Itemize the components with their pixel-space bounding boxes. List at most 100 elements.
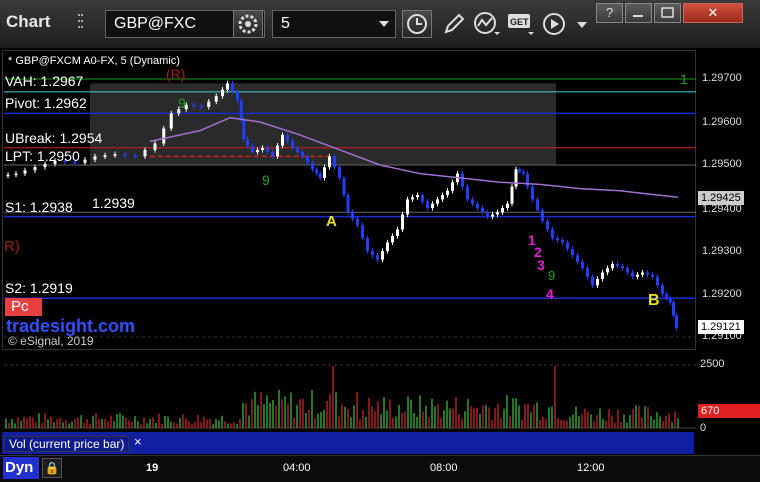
candle-body — [346, 195, 350, 213]
candle-body — [276, 145, 279, 157]
candle-body — [391, 235, 394, 243]
pivot-label: Pivot: 1.2962 — [5, 95, 87, 111]
time-axis-bar — [0, 455, 760, 482]
candle-body — [207, 101, 211, 107]
candle-body — [436, 199, 439, 204]
candle-body — [291, 141, 294, 148]
volume-tick-top: 2500 — [700, 358, 725, 370]
s1-extra-label: 1.2939 — [92, 195, 135, 211]
candle-body — [611, 263, 614, 269]
marker-3: 3 — [537, 257, 545, 273]
candle-body — [153, 143, 157, 150]
candle-body — [631, 272, 634, 277]
candle-body — [386, 242, 389, 251]
candle-body — [266, 147, 269, 153]
price-chart[interactable] — [0, 0, 760, 481]
candle-body — [486, 212, 489, 217]
candle-body — [396, 229, 399, 236]
candle-body — [526, 173, 529, 187]
candle-body — [656, 276, 659, 286]
candle-body — [541, 210, 544, 221]
price-tick-1: 1.29700 — [702, 72, 742, 84]
time-tick-1: 19 — [146, 462, 159, 474]
copyright: © eSignal, 2019 — [8, 334, 94, 348]
candle-body — [672, 302, 675, 316]
candle-body — [531, 186, 534, 200]
candle-body — [661, 285, 664, 294]
price-tick-3: 1.29500 — [702, 158, 742, 170]
candle-body — [242, 119, 246, 140]
ubreak-label: UBreak: 1.2954 — [5, 130, 103, 146]
candle-body — [601, 272, 604, 279]
candle-body — [521, 171, 525, 174]
candle-body — [636, 274, 639, 277]
candle-body — [6, 174, 10, 177]
marker-a: A — [326, 213, 337, 230]
candle-body — [421, 195, 424, 202]
candle-body — [431, 203, 434, 208]
candle-body — [226, 83, 229, 90]
marker-nine-c: 9 — [548, 268, 556, 283]
volume-close-button[interactable]: × — [134, 434, 142, 449]
candle-body — [356, 218, 359, 226]
candle-body — [323, 167, 326, 178]
candle-body — [491, 214, 494, 217]
candle-body — [261, 147, 264, 150]
candle-body — [461, 173, 464, 187]
candle-body — [536, 199, 539, 211]
s1-label: S1: 1.2938 — [5, 199, 73, 215]
candle-body — [366, 238, 369, 251]
candle-body — [333, 156, 336, 168]
candle-body — [510, 186, 514, 204]
candle-body — [14, 173, 18, 176]
candle-body — [93, 156, 97, 160]
time-tick-4: 12:00 — [577, 462, 605, 474]
candle-body — [481, 208, 484, 213]
marker-4: 4 — [546, 286, 554, 302]
candle-body — [576, 255, 579, 262]
candle-body — [351, 212, 354, 219]
pc-badge: Pc — [5, 298, 42, 316]
current-volume-tag: 670 — [698, 404, 760, 418]
candle-body — [446, 190, 449, 196]
candle-body — [338, 167, 341, 178]
volume-tick-zero: 0 — [700, 422, 707, 434]
candle-body — [169, 113, 173, 129]
candle-body — [192, 104, 196, 107]
candle-body — [471, 199, 474, 204]
avg-price-tag: 1.29425 — [698, 191, 744, 205]
candle-body — [221, 89, 224, 97]
candle-body — [668, 298, 672, 303]
lpt-label: LPT: 1.2950 — [5, 148, 80, 164]
candle-body — [466, 186, 469, 200]
candle-body — [546, 220, 549, 230]
candle-body — [281, 134, 284, 146]
candle-body — [665, 294, 669, 299]
dyn-button[interactable]: Dyn — [3, 457, 39, 479]
volume-label[interactable]: Vol (current price bar) — [4, 436, 130, 452]
candle-body — [476, 203, 479, 208]
candle-body — [411, 197, 414, 200]
lock-icon[interactable]: 🔒 — [42, 458, 62, 478]
time-tick-3: 08:00 — [430, 462, 458, 474]
candle-body — [133, 155, 137, 157]
candle-body — [296, 147, 299, 153]
candle-body — [426, 201, 429, 208]
candle-body — [214, 96, 218, 102]
candle-body — [561, 240, 564, 243]
candle-body — [651, 274, 654, 277]
candle-body — [551, 229, 554, 239]
candle-body — [342, 177, 346, 196]
candle-body — [621, 266, 624, 269]
candle-body — [318, 173, 322, 178]
candle-body — [162, 128, 166, 144]
candle-body — [606, 268, 609, 273]
candle-body — [143, 149, 147, 157]
candle-body — [43, 163, 47, 168]
price-tick-5: 1.29300 — [702, 245, 742, 257]
candle-body — [591, 276, 594, 286]
candle-body — [361, 225, 364, 239]
candle-body — [581, 261, 584, 269]
candle-body — [506, 203, 509, 208]
candle-body — [251, 145, 254, 153]
